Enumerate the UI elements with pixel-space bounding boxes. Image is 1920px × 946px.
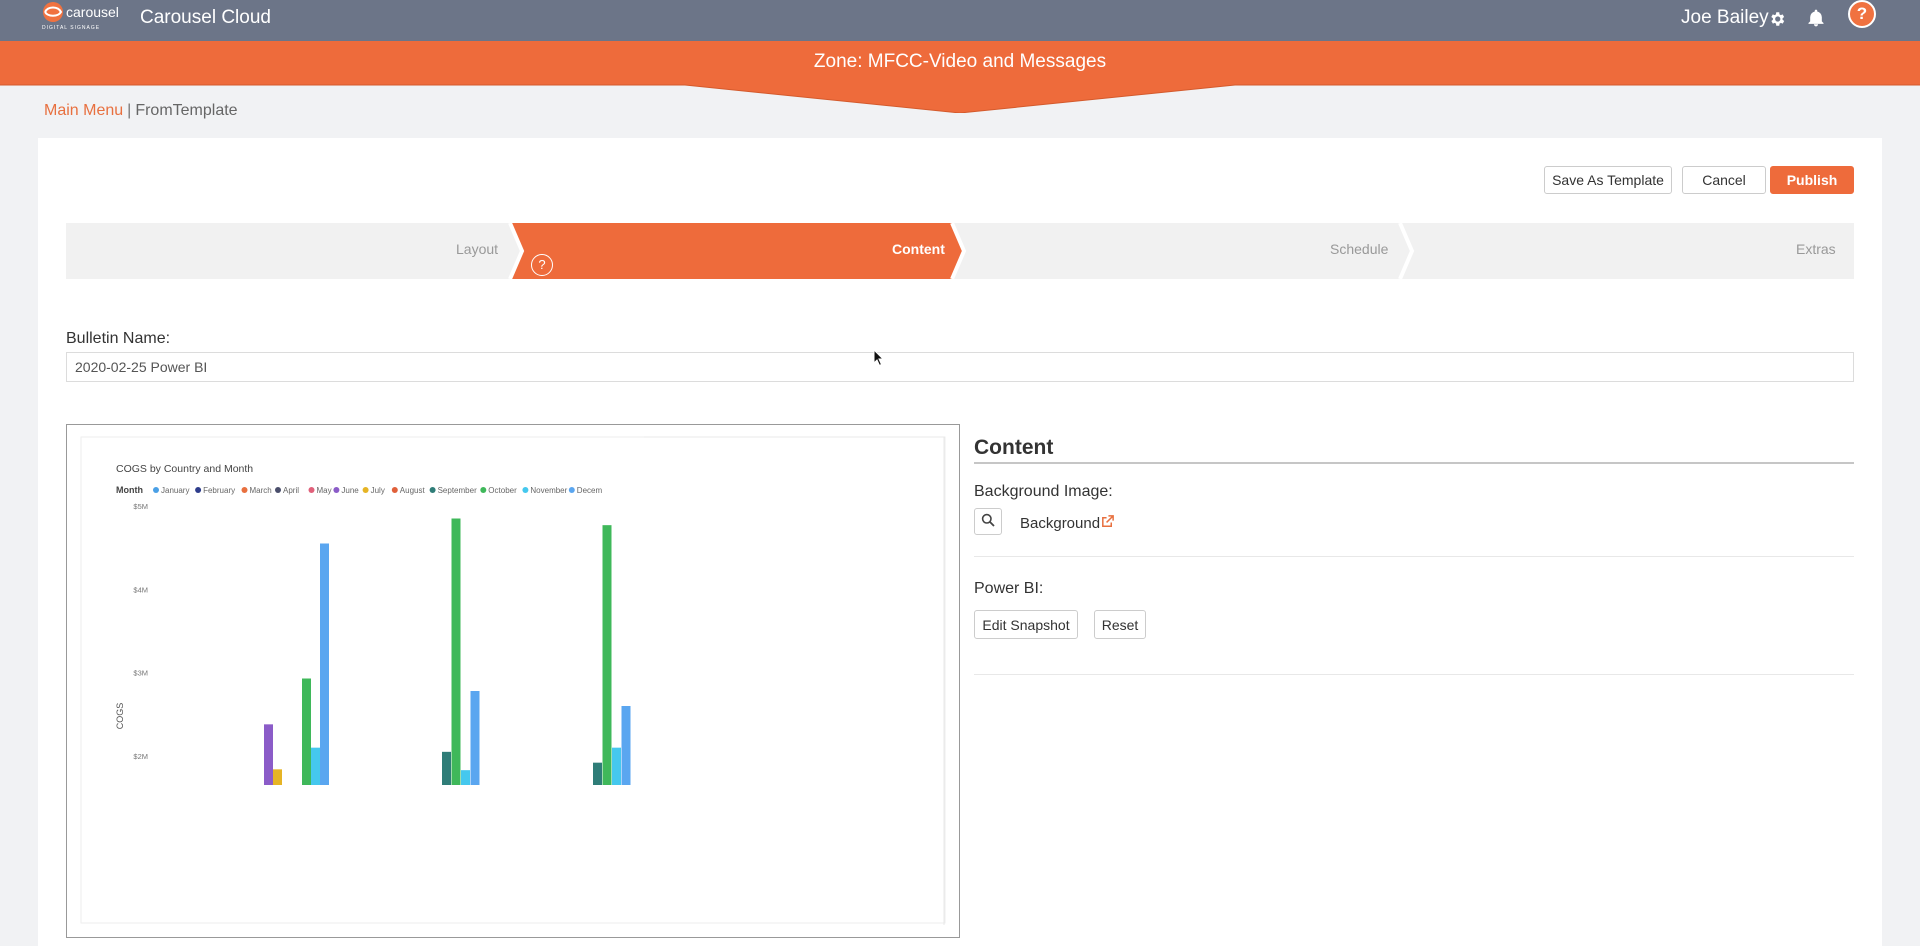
y-axis-label: COGS: [115, 703, 125, 730]
legend-marker: [241, 487, 248, 493]
breadcrumb: Main Menu | FromTemplate: [44, 102, 238, 120]
chart-bar: [470, 691, 480, 785]
y-tick-label: $4M: [133, 585, 148, 594]
background-image-label: Background Image:: [974, 483, 1113, 500]
breadcrumb-separator: |: [127, 102, 132, 119]
search-icon: [981, 513, 995, 527]
app-title: Carousel Cloud: [140, 7, 271, 28]
legend-title: Month: [116, 485, 143, 495]
legend-marker: [308, 487, 315, 493]
cancel-button[interactable]: Cancel: [1682, 166, 1766, 194]
legend-item: February: [203, 486, 235, 495]
legend-item: Decem: [577, 486, 603, 495]
legend-item: January: [161, 486, 189, 495]
chart-bar: [621, 706, 631, 785]
legend-item: June: [341, 486, 359, 495]
save-as-template-button[interactable]: Save As Template: [1544, 166, 1672, 194]
wizard-track: [66, 223, 1854, 279]
chart-bar: [264, 724, 273, 785]
content-divider: [974, 462, 1854, 464]
wizard-step-content[interactable]: Content: [892, 241, 945, 257]
chart-bar: [302, 678, 311, 785]
chart-bar: [273, 769, 282, 785]
content-heading: Content: [974, 436, 1054, 459]
legend-marker: [153, 487, 159, 493]
legend-item: August: [400, 486, 426, 495]
edit-snapshot-button[interactable]: Edit Snapshot: [974, 610, 1078, 639]
chart-bar: [602, 525, 612, 785]
chart-bar: [311, 747, 320, 785]
external-link-icon[interactable]: [1100, 514, 1115, 529]
legend-item: October: [488, 486, 517, 495]
wizard-steps: [66, 223, 1854, 279]
legend-item: July: [371, 486, 385, 495]
legend-marker: [429, 487, 436, 493]
section-divider: [974, 674, 1854, 675]
chart-bar: [451, 518, 461, 785]
logo-text: carousel: [66, 4, 119, 20]
reset-button[interactable]: Reset: [1094, 610, 1146, 639]
chart-bar: [320, 543, 329, 785]
bulletin-name-input[interactable]: [66, 352, 1854, 382]
legend-marker: [391, 487, 398, 493]
powerbi-label: Power BI:: [974, 580, 1044, 597]
logo-subtext: DIGITAL SIGNAGE: [42, 25, 100, 31]
zone-title: Zone: MFCC-Video and Messages: [813, 51, 1107, 72]
legend-item: November: [530, 486, 567, 495]
chart-bar: [442, 751, 451, 785]
y-tick-label: $2M: [133, 752, 148, 761]
y-tick-label: $5M: [133, 502, 148, 511]
legend-marker: [195, 487, 202, 493]
legend-item: September: [438, 486, 477, 495]
publish-button[interactable]: Publish: [1770, 166, 1854, 194]
wizard-step-extras[interactable]: Extras: [1796, 241, 1836, 257]
bulletin-name-label: Bulletin Name:: [66, 330, 171, 347]
section-divider: [974, 556, 1854, 557]
legend-marker: [480, 487, 487, 493]
wizard-step-layout[interactable]: Layout: [456, 241, 498, 257]
top-bar: carousel DIGITAL SIGNAGE Carousel Cloud …: [0, 0, 1920, 41]
background-name: Background: [1020, 515, 1101, 532]
step-help-icon[interactable]: ?: [531, 254, 553, 276]
legend-marker: [362, 487, 369, 493]
breadcrumb-current: FromTemplate: [135, 102, 238, 119]
chart-bar: [461, 770, 470, 785]
chart-bars: [264, 518, 631, 785]
legend-item: April: [283, 486, 299, 495]
user-name[interactable]: Joe Bailey: [1681, 7, 1769, 29]
chart-y-axis: $2M $3M $4M $5M: [133, 502, 148, 761]
chart-bar: [612, 747, 621, 785]
legend-marker: [568, 487, 575, 493]
cogs-chart: COGS by Country and Month Month January F…: [80, 436, 946, 925]
chart-legend: January February March April May June July Augu…: [153, 486, 602, 495]
chart-title: COGS by Country and Month: [116, 463, 253, 475]
legend-marker: [522, 487, 529, 493]
background-search-button[interactable]: [974, 508, 1002, 535]
chart-bar: [593, 762, 602, 785]
mouse-cursor-icon: [873, 349, 885, 367]
legend-item: May: [317, 486, 332, 495]
help-icon[interactable]: ?: [1848, 0, 1876, 28]
wizard-step-schedule[interactable]: Schedule: [1330, 241, 1388, 257]
powerbi-preview: COGS by Country and Month Month January F…: [66, 424, 960, 938]
legend-marker: [275, 487, 281, 493]
y-tick-label: $3M: [133, 669, 148, 678]
breadcrumb-main-menu[interactable]: Main Menu: [44, 102, 123, 119]
carousel-logo[interactable]: carousel DIGITAL SIGNAGE: [40, 0, 122, 32]
legend-item: March: [250, 486, 272, 495]
gear-icon[interactable]: [1768, 10, 1786, 28]
bell-icon[interactable]: [1806, 8, 1826, 28]
legend-marker: [333, 487, 340, 493]
